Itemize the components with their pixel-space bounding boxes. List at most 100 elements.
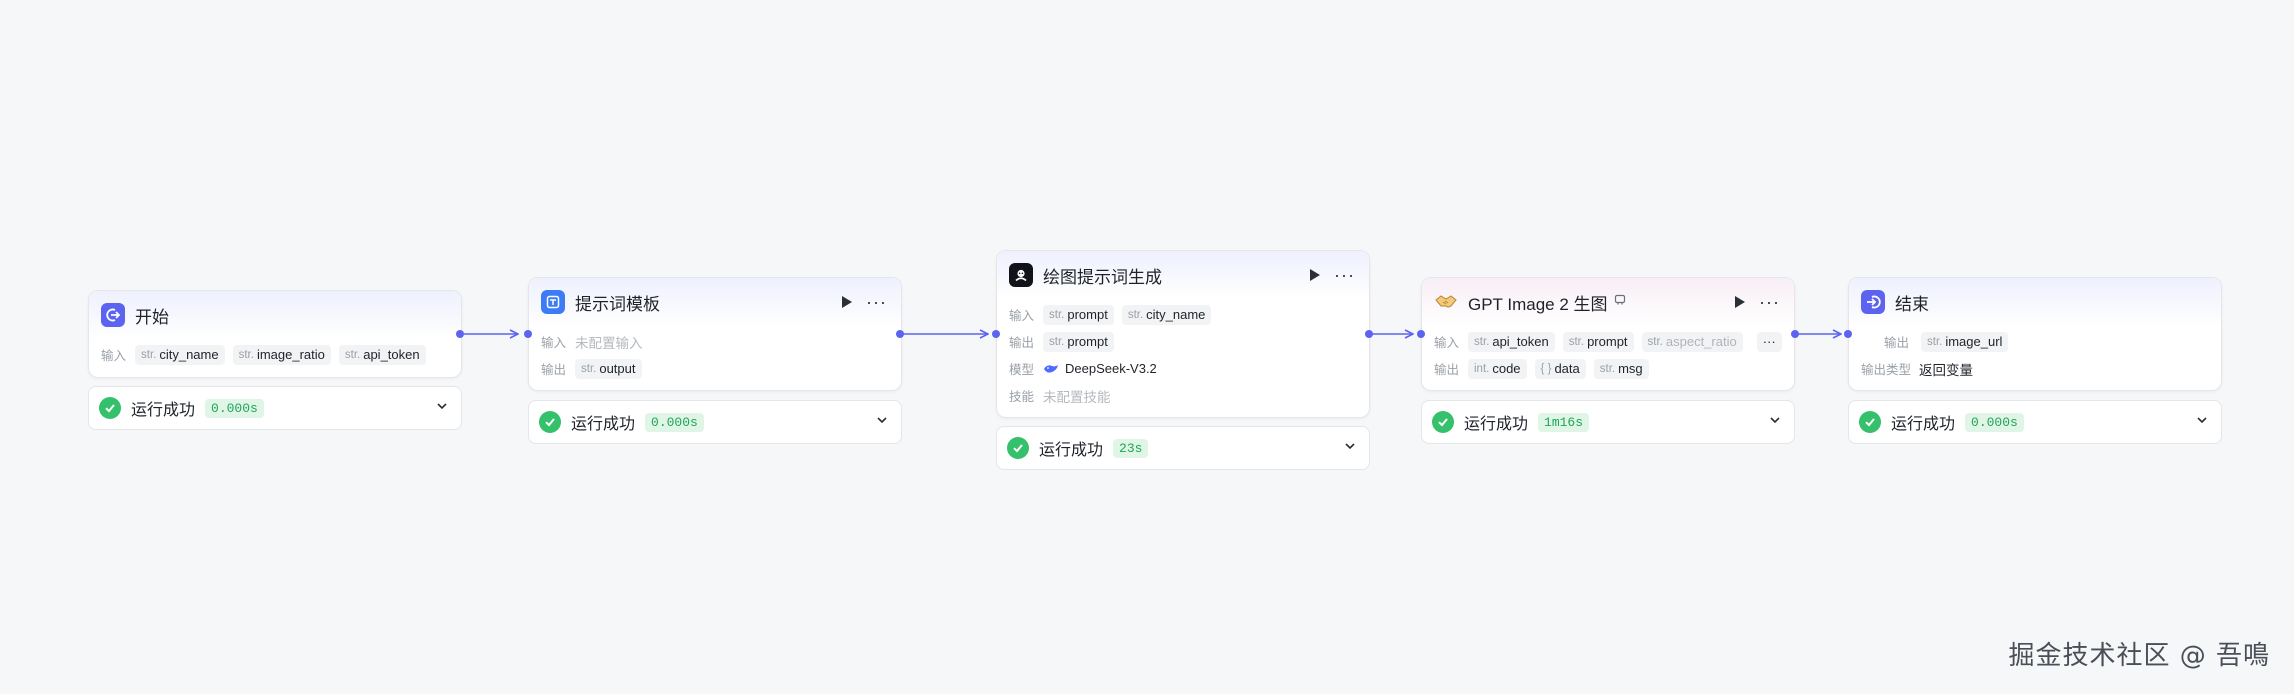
variable-tag: str. image_url [1921, 331, 2009, 352]
input-label: 输入 [101, 349, 127, 363]
run-status-gpt[interactable]: 运行成功 1m16s [1421, 400, 1795, 444]
node-gpt-image[interactable]: GPT Image 2 生图 ··· 输入 str. api_token str.… [1421, 277, 1795, 391]
node-title: 绘图提示词生成 [1043, 267, 1162, 287]
success-check-icon [99, 397, 121, 419]
success-check-icon [1007, 437, 1029, 459]
output-handle[interactable] [456, 330, 464, 338]
more-options-icon[interactable]: ··· [866, 293, 887, 311]
input-placeholder: 未配置输入 [575, 335, 643, 351]
output-label: 输出 [1883, 336, 1909, 350]
end-icon [1861, 290, 1885, 314]
model-label: 模型 [1009, 363, 1035, 377]
status-text: 运行成功 [1891, 416, 1956, 433]
input-handle[interactable] [1417, 330, 1425, 338]
variable-tag: str. api_token [1468, 331, 1555, 352]
deepseek-whale-icon [1044, 364, 1058, 373]
more-options-icon[interactable]: ··· [1759, 293, 1780, 311]
run-status-end[interactable]: 运行成功 0.000s [1848, 400, 2222, 444]
success-check-icon [1432, 411, 1454, 433]
variable-tag: str. city_name [1121, 304, 1212, 325]
node-start-header: 开始 [89, 291, 461, 339]
chevron-down-icon[interactable] [435, 399, 449, 418]
run-play-icon[interactable] [1310, 269, 1321, 281]
variable-tag: str. output [575, 358, 642, 379]
template-icon [541, 290, 565, 314]
input-row: 输入 str. city_name str. image_ratio str. api… [101, 341, 449, 368]
output-type-label: 输出类型 [1861, 363, 1912, 377]
variable-tag: str. image_ratio [232, 344, 331, 365]
node-end[interactable]: 结束 输出 str. image_url 输出类型 返回变量 [1848, 277, 2222, 391]
output-type-value: 返回变量 [1919, 362, 1973, 378]
duration-badge: 0.000s [205, 398, 264, 418]
node-title: 结束 [1895, 294, 1929, 314]
run-play-icon[interactable] [1735, 296, 1746, 308]
chevron-down-icon[interactable] [875, 413, 889, 432]
input-handle[interactable] [992, 330, 1000, 338]
run-status-template[interactable]: 运行成功 0.000s [528, 400, 902, 444]
skill-label: 技能 [1009, 390, 1035, 404]
input-row: 输入 str. api_token str. prompt str. aspect_r… [1434, 328, 1782, 355]
chevron-down-icon[interactable] [1343, 439, 1357, 458]
llm-robot-icon [1009, 263, 1033, 287]
duration-badge: 1m16s [1538, 412, 1590, 432]
input-row: 输入 str. prompt str. city_name [1009, 301, 1357, 328]
handshake-icon [1434, 290, 1458, 314]
node-llm-prompt-generation[interactable]: 绘图提示词生成 ··· 输入 str. prompt str. city_name … [996, 250, 1370, 418]
input-handle[interactable] [1844, 330, 1852, 338]
variable-tag: str. api_token [338, 344, 426, 365]
variable-tag: str. prompt [1043, 304, 1114, 325]
output-label: 输出 [1434, 363, 1460, 377]
output-label: 输出 [541, 363, 567, 377]
output-row: 输出 str. image_url [1861, 328, 2209, 355]
variable-tag: str. aspect_ratio [1641, 331, 1743, 352]
run-status-llm[interactable]: 运行成功 23s [996, 426, 1370, 470]
output-type-row: 输出类型 返回变量 [1861, 355, 2209, 382]
chevron-down-icon[interactable] [1768, 413, 1782, 432]
output-row: 输出 str. prompt [1009, 328, 1357, 355]
duration-badge: 23s [1113, 438, 1149, 458]
node-start[interactable]: 开始 输入 str. city_name str. image_ratio str.… [88, 290, 462, 378]
watermark: 掘金技术社区 @ 吾鳴 [2008, 641, 2270, 671]
duration-badge: 0.000s [645, 412, 704, 432]
variable-tag: str. prompt [1562, 331, 1634, 352]
workflow-canvas[interactable]: 开始 输入 str. city_name str. image_ratio str.… [0, 0, 2294, 694]
variable-tag: str. msg [1593, 358, 1649, 379]
model-row: 模型 DeepSeek-V3.2 [1009, 355, 1357, 382]
node-title: GPT Image 2 生图 [1468, 294, 1608, 314]
output-handle[interactable] [1791, 330, 1799, 338]
variable-tag: int. code [1468, 358, 1527, 379]
success-check-icon [1859, 411, 1881, 433]
duration-badge: 0.000s [1965, 412, 2024, 432]
input-handle[interactable] [524, 330, 532, 338]
chevron-down-icon[interactable] [2195, 413, 2209, 432]
more-inputs-tag[interactable]: ··· [1756, 331, 1782, 352]
node-prompt-template[interactable]: 提示词模板 ··· 输入 未配置输入 输出 str. output [528, 277, 902, 391]
run-play-icon[interactable] [842, 296, 853, 308]
node-title: 提示词模板 [575, 294, 660, 314]
skill-row: 技能 未配置技能 [1009, 382, 1357, 409]
plugin-badge-icon [1614, 293, 1626, 311]
node-template-header: 提示词模板 ··· [529, 278, 901, 326]
run-status-start[interactable]: 运行成功 0.000s [88, 386, 462, 430]
output-handle[interactable] [1365, 330, 1373, 338]
input-label: 输入 [1009, 309, 1035, 323]
node-end-header: 结束 [1849, 278, 2221, 326]
status-text: 运行成功 [1039, 442, 1104, 459]
input-label: 输入 [541, 336, 567, 350]
more-options-icon[interactable]: ··· [1334, 266, 1355, 284]
node-llm-header: 绘图提示词生成 ··· [997, 251, 1369, 299]
node-gpt-header: GPT Image 2 生图 ··· [1422, 278, 1794, 326]
input-row: 输入 未配置输入 [541, 328, 889, 355]
start-icon [101, 303, 125, 327]
output-handle[interactable] [896, 330, 904, 338]
variable-tag: str. prompt [1043, 331, 1114, 352]
success-check-icon [539, 411, 561, 433]
skill-placeholder: 未配置技能 [1043, 389, 1111, 405]
output-row: 输出 str. output [541, 355, 889, 382]
input-label: 输入 [1434, 336, 1460, 350]
variable-tag: { } data [1534, 358, 1586, 379]
status-text: 运行成功 [131, 402, 196, 419]
status-text: 运行成功 [1464, 416, 1529, 433]
node-title: 开始 [135, 307, 169, 327]
output-row: 输出 int. code { } data str. msg [1434, 355, 1782, 382]
